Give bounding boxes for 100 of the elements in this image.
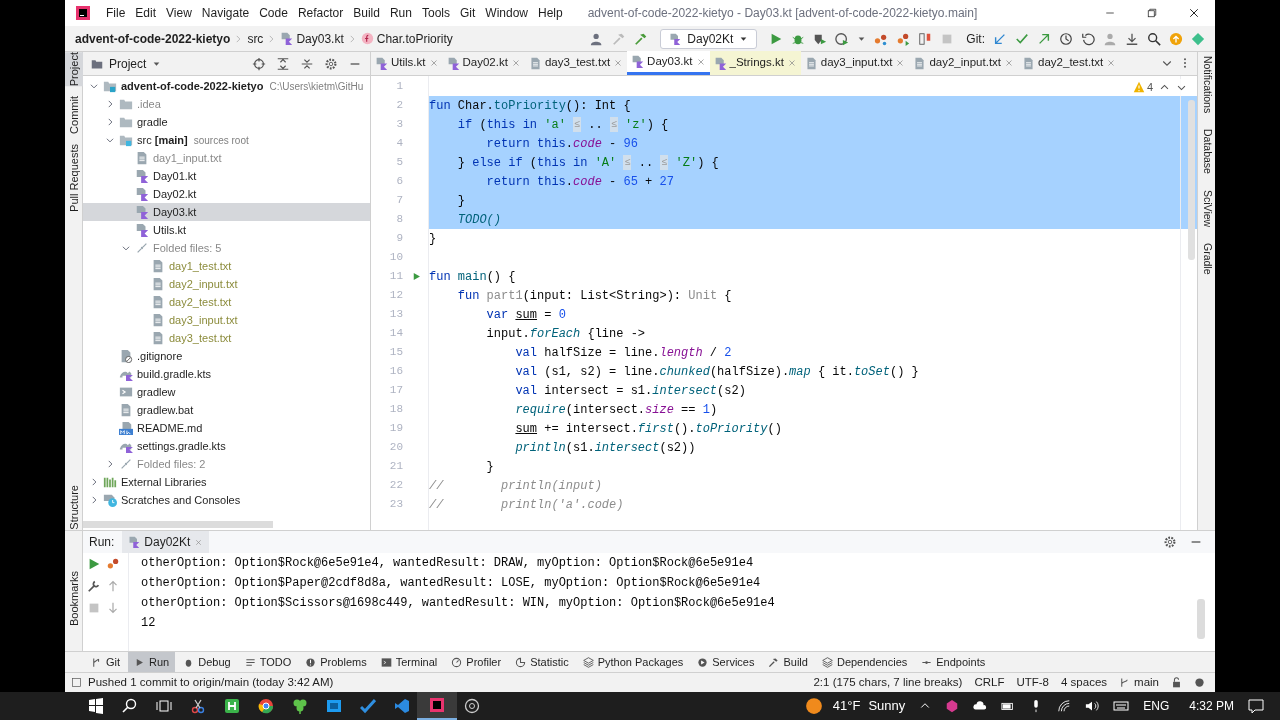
tool-tab[interactable]: Build — [762, 651, 814, 673]
tool-window-tab[interactable]: Structure — [65, 485, 83, 530]
menu-item[interactable]: Help — [533, 2, 568, 24]
tree-item[interactable]: gradle — [83, 113, 370, 131]
status-item[interactable]: main — [1134, 673, 1159, 692]
console-line: otherOption: Option$Paper@2cdf8d8a, wantedResult: LOSE, myOption: Option$Rock@6e5e91e4 — [141, 575, 761, 592]
tree-item[interactable]: build.gradle.kts — [83, 365, 370, 383]
item-label: day1_input.txt — [153, 150, 222, 166]
tool-tab[interactable]: Terminal — [374, 651, 444, 673]
tool-tab[interactable]: Endpoints — [915, 651, 992, 673]
breadcrumb[interactable]: src — [247, 29, 264, 48]
breadcrumb[interactable]: Char.toPriority — [376, 29, 453, 48]
line-number: 3 — [395, 117, 403, 133]
menu-item[interactable]: Build — [348, 2, 385, 24]
tool-tab[interactable]: Statistic — [509, 651, 575, 673]
editor-tab[interactable]: Day03.kt — [627, 51, 710, 75]
status-item[interactable]: CRLF — [974, 673, 1005, 692]
tree-item[interactable]: settings.gradle.kts — [83, 437, 370, 455]
item-label: Folded files: 2 — [137, 456, 206, 472]
tool-window-tab[interactable]: Pull Requests — [65, 144, 83, 212]
console-tab[interactable]: Day02Kt — [122, 531, 210, 553]
tool-tab[interactable]: Problems — [299, 651, 373, 673]
code-line: // println(input) — [429, 477, 603, 495]
item-label: gradlew.bat — [137, 402, 194, 418]
warning-count[interactable]: 4 — [1146, 79, 1153, 96]
menu-item[interactable]: Git — [454, 2, 481, 24]
menu-item[interactable]: Navigate — [196, 2, 255, 24]
tree-item[interactable]: day3_test.txt — [83, 329, 370, 347]
tree-item[interactable]: day3_input.txt — [83, 311, 370, 329]
tree-item[interactable]: Scratches and Consoles — [83, 491, 370, 509]
menu-item[interactable]: Tools — [416, 2, 455, 24]
tool-tab[interactable]: Profiler — [445, 651, 508, 673]
tool-tab[interactable]: Services — [691, 651, 761, 673]
tool-window-tab[interactable]: Project — [65, 52, 83, 87]
menu-item[interactable]: File — [101, 2, 131, 24]
tree-item[interactable]: Day02.kt — [83, 185, 370, 203]
menu-item[interactable]: View — [161, 2, 197, 24]
menu-item[interactable]: Code — [254, 2, 293, 24]
tool-window-tab[interactable]: Notifications — [1198, 56, 1216, 114]
tree-item[interactable]: day1_input.txt — [83, 149, 370, 167]
panel-title[interactable]: Project — [109, 54, 147, 73]
tree-item[interactable]: External Libraries — [83, 473, 370, 491]
tree-item[interactable]: src [main] sources root — [83, 131, 370, 149]
status-item[interactable]: UTF-8 — [1016, 673, 1050, 692]
tree-item[interactable]: Utils.kt — [83, 221, 370, 239]
run-configuration-dropdown[interactable]: Day02Kt — [660, 28, 758, 49]
item-label: src [main] — [137, 132, 188, 148]
tree-item[interactable]: Folded files: 5 — [83, 239, 370, 257]
editor-tab[interactable]: Day02.kt — [442, 51, 525, 75]
tree-item[interactable]: Folded files: 2 — [83, 455, 370, 473]
tree-item[interactable]: day2_input.txt — [83, 275, 370, 293]
status-item[interactable]: 4 spaces — [1061, 673, 1108, 692]
editor-tab[interactable]: day2_input.txt — [909, 51, 1019, 75]
line-number: 4 — [395, 136, 403, 152]
item-label: Day03.kt — [153, 204, 197, 220]
tree-item[interactable]: advent-of-code-2022-kietyo C:\Users\kietm\GitHu — [83, 77, 370, 95]
breadcrumb[interactable]: Day03.kt — [296, 29, 344, 48]
item-label: .gitignore — [137, 348, 183, 364]
breadcrumb[interactable]: advent-of-code-2022-kietyo — [75, 29, 231, 48]
line-number: 1 — [395, 79, 403, 95]
tool-window-tab[interactable]: Gradle — [1198, 243, 1216, 275]
tree-item[interactable]: gradlew.bat — [83, 401, 370, 419]
menu-item[interactable]: Edit — [130, 2, 162, 24]
tool-tab[interactable]: Git — [85, 651, 127, 673]
tool-window-tab[interactable]: SciView — [1198, 190, 1216, 228]
code-line: sum += intersect.first().toPriority() — [514, 420, 783, 438]
tree-item[interactable]: README.md — [83, 419, 370, 437]
menu-item[interactable]: Run — [384, 2, 417, 24]
item-label: advent-of-code-2022-kietyo — [121, 78, 264, 94]
clock[interactable]: 4:32 PM — [1189, 697, 1234, 715]
tree-item[interactable]: Day03.kt — [83, 203, 370, 221]
menu-item[interactable]: Window — [480, 2, 533, 24]
editor-tab[interactable]: day2_test.txt — [1018, 51, 1121, 75]
tool-tab[interactable]: TODO — [238, 651, 298, 673]
tree-item[interactable]: .idea — [83, 95, 370, 113]
menu-item[interactable]: Refactor — [292, 2, 349, 24]
editor-tab[interactable]: _Strings.kt — [709, 51, 801, 75]
editor-tab[interactable]: day3_input.txt — [800, 51, 910, 75]
line-number: 13 — [388, 307, 403, 323]
line-number: 9 — [395, 231, 403, 247]
tool-tab[interactable]: Debug — [177, 651, 237, 673]
language-indicator[interactable]: ENG — [1143, 697, 1170, 715]
status-item[interactable]: 2:1 (175 chars, 7 line breaks) — [813, 673, 963, 692]
tool-window-tab[interactable]: Database — [1198, 129, 1216, 175]
tool-window-tab[interactable]: Commit — [65, 96, 83, 135]
tool-tab[interactable]: Python Packages — [576, 651, 690, 673]
tool-tab[interactable]: Run — [128, 651, 176, 673]
console-line: otherOption: Option$Scissors@1698c449, wantedResult: WIN, myOption: Option$Rock@6e5e91e4 — [141, 595, 775, 612]
tree-item[interactable]: day1_test.txt — [83, 257, 370, 275]
tree-item[interactable]: .gitignore — [83, 347, 370, 365]
tree-item[interactable]: gradlew — [83, 383, 370, 401]
editor-tab[interactable]: day3_test.txt — [524, 51, 628, 75]
editor-tab[interactable]: Utils.kt — [371, 51, 443, 75]
tree-item[interactable]: day2_test.txt — [83, 293, 370, 311]
line-number: 18 — [388, 402, 403, 418]
tool-tab[interactable]: Dependencies — [815, 651, 914, 673]
line-number: 17 — [388, 383, 403, 399]
tree-item[interactable]: Day01.kt — [83, 167, 370, 185]
line-number: 7 — [395, 193, 403, 209]
item-label: day3_input.txt — [169, 312, 238, 328]
